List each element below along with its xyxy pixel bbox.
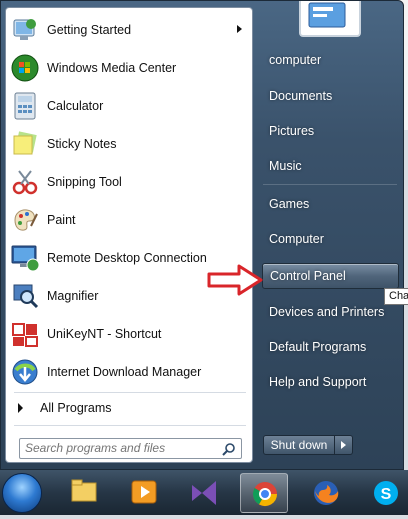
right-item-control-panel[interactable]: Control Panel xyxy=(262,263,399,289)
right-item-devices-and-printers[interactable]: Devices and Printers xyxy=(269,301,401,323)
shutdown-button[interactable]: Shut down xyxy=(263,435,335,455)
program-label: Paint xyxy=(47,212,76,227)
right-item-documents[interactable]: Documents xyxy=(269,85,401,107)
program-label: Sticky Notes xyxy=(47,136,117,151)
right-item-games[interactable]: Games xyxy=(269,193,401,215)
getting-started-icon xyxy=(10,15,40,45)
search-box[interactable] xyxy=(19,438,242,459)
shutdown-options-arrow-icon[interactable] xyxy=(335,435,353,455)
program-snipping-tool[interactable]: Snipping Tool xyxy=(8,163,250,200)
snipping-tool-icon xyxy=(10,167,40,197)
search-input[interactable] xyxy=(20,439,215,457)
idm-icon xyxy=(10,357,40,387)
program-windows-media-center[interactable]: Windows Media Center xyxy=(8,49,250,86)
right-separator xyxy=(263,184,397,185)
program-getting-started[interactable]: Getting Started xyxy=(8,11,250,48)
skype-icon[interactable]: S xyxy=(362,473,408,513)
media-player-icon[interactable] xyxy=(120,473,168,513)
control-panel-picture-icon xyxy=(308,2,346,28)
program-sticky-notes[interactable]: Sticky Notes xyxy=(8,125,250,162)
program-idm[interactable]: Internet Download Manager xyxy=(8,353,250,390)
program-calculator[interactable]: Calculator xyxy=(8,87,250,124)
program-label: Getting Started xyxy=(47,22,132,37)
all-programs-label: All Programs xyxy=(40,401,112,415)
search-separator xyxy=(14,425,246,426)
file-explorer-icon[interactable] xyxy=(60,473,108,513)
search-icon[interactable] xyxy=(222,442,236,461)
program-label: UniKeyNT - Shortcut xyxy=(47,326,162,341)
unikey-icon xyxy=(10,319,40,349)
taskbar: S xyxy=(0,470,408,515)
program-label: Calculator xyxy=(47,98,104,113)
programs-separator xyxy=(14,392,246,393)
start-menu: Getting Started Windows Media Center Cal… xyxy=(0,0,404,470)
program-paint[interactable]: Paint xyxy=(8,201,250,238)
right-item-music[interactable]: Music xyxy=(269,155,401,177)
svg-text:S: S xyxy=(381,486,392,503)
all-programs-button[interactable]: All Programs xyxy=(8,396,250,420)
right-item-user[interactable]: computer xyxy=(269,49,401,71)
windows-media-center-icon xyxy=(10,53,40,83)
program-label: Remote Desktop Connection xyxy=(47,250,207,265)
user-picture[interactable] xyxy=(299,1,361,37)
paint-icon xyxy=(10,205,40,235)
programs-pane: Getting Started Windows Media Center Cal… xyxy=(5,7,253,463)
program-label: Windows Media Center xyxy=(47,60,177,75)
firefox-icon[interactable] xyxy=(302,473,350,513)
right-item-default-programs[interactable]: Default Programs xyxy=(269,336,401,358)
remote-desktop-icon xyxy=(10,243,40,273)
red-arrow-annotation-icon xyxy=(207,264,263,296)
chrome-icon[interactable] xyxy=(240,473,288,513)
right-item-help-and-support[interactable]: Help and Support xyxy=(269,371,401,393)
program-label: Snipping Tool xyxy=(47,174,122,189)
start-orb[interactable] xyxy=(2,473,42,513)
right-item-computer[interactable]: Computer xyxy=(269,228,401,250)
sticky-notes-icon xyxy=(10,129,40,159)
submenu-arrow-icon[interactable] xyxy=(237,25,242,33)
calculator-icon xyxy=(10,91,40,121)
expand-arrow-icon xyxy=(18,403,23,413)
magnifier-icon xyxy=(10,281,40,311)
program-unikey[interactable]: UniKeyNT - Shortcut xyxy=(8,315,250,352)
tooltip: Cha xyxy=(384,288,408,305)
visual-studio-icon[interactable] xyxy=(180,473,228,513)
right-item-pictures[interactable]: Pictures xyxy=(269,120,401,142)
program-label: Magnifier xyxy=(47,288,99,303)
program-label: Internet Download Manager xyxy=(47,364,202,379)
